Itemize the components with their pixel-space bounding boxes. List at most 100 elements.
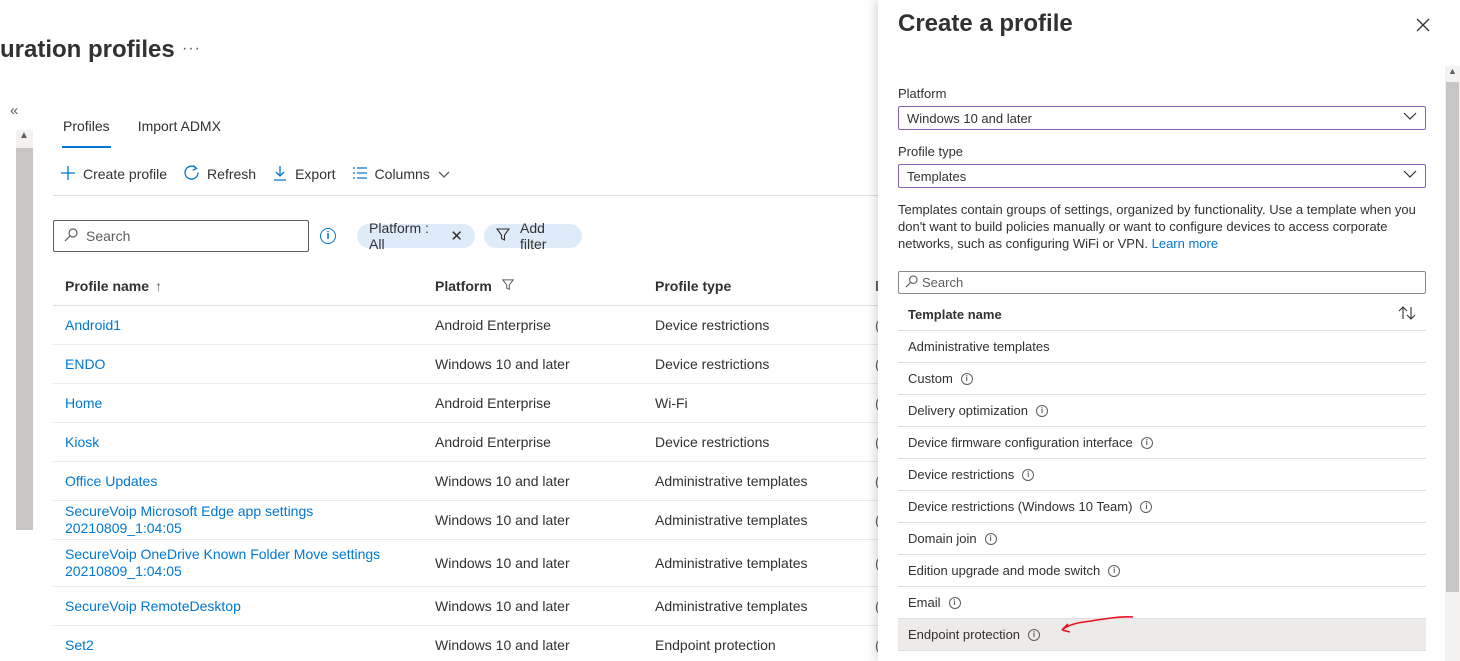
profile-name-link[interactable]: Android1 xyxy=(53,317,423,334)
learn-more-link[interactable]: Learn more xyxy=(1152,236,1218,251)
template-row[interactable]: Edition upgrade and mode switch i xyxy=(898,555,1426,587)
profile-type-dropdown[interactable]: Templates xyxy=(898,164,1426,188)
profile-name-link[interactable]: Kiosk xyxy=(53,434,423,451)
columns-label: Columns xyxy=(374,166,430,182)
chevron-down-icon xyxy=(1403,167,1417,184)
scroll-up-arrow-icon[interactable]: ▲ xyxy=(1448,66,1457,76)
info-icon[interactable]: i xyxy=(1028,628,1041,641)
profile-name-link[interactable]: ENDO xyxy=(53,356,423,373)
info-icon[interactable]: i xyxy=(1108,564,1121,577)
table-row[interactable]: Kiosk Android Enterprise Device restrictio… xyxy=(53,423,878,462)
template-name: Custom xyxy=(908,371,953,386)
profile-name-link[interactable]: Office Updates xyxy=(53,473,423,490)
tab-profiles[interactable]: Profiles xyxy=(56,112,117,148)
template-list-header[interactable]: Template name xyxy=(898,298,1426,331)
table-row[interactable]: SecureVoip OneDrive Known Folder Move se… xyxy=(53,540,878,587)
info-icon[interactable]: i xyxy=(1140,436,1153,449)
profile-name-link[interactable]: SecureVoip RemoteDesktop xyxy=(53,598,423,615)
template-row[interactable]: Custom i xyxy=(898,363,1426,395)
info-icon[interactable]: i xyxy=(948,596,961,609)
truncated-cell: ( xyxy=(863,512,878,528)
template-row[interactable]: Device restrictions (Windows 10 Team) i xyxy=(898,491,1426,523)
table-row[interactable]: Set2 Windows 10 and later Endpoint protect… xyxy=(53,626,878,661)
tab-import-admx[interactable]: Import ADMX xyxy=(131,112,228,148)
export-button[interactable]: Export xyxy=(272,165,336,184)
profiles-grid: Profile name ↑ Platform Profile type l An… xyxy=(53,267,878,661)
table-row[interactable]: ENDO Windows 10 and later Device restricti… xyxy=(53,345,878,384)
profile-type-cell: Device restrictions xyxy=(655,317,770,333)
profile-name-link[interactable]: SecureVoip OneDrive Known Folder Move se… xyxy=(53,546,423,580)
page-scrollbar[interactable]: ▲ xyxy=(16,130,33,530)
close-icon[interactable]: ✕ xyxy=(450,227,463,245)
chevron-down-icon xyxy=(438,166,450,182)
table-row[interactable]: Home Android Enterprise Wi-Fi ( xyxy=(53,384,878,423)
profile-name-link[interactable]: Home xyxy=(53,395,423,412)
table-row[interactable]: SecureVoip RemoteDesktop Windows 10 and l… xyxy=(53,587,878,626)
tab-bar: Profiles Import ADMX xyxy=(56,112,242,148)
export-label: Export xyxy=(295,166,336,182)
add-filter-button[interactable]: Add filter xyxy=(484,220,582,252)
sort-icon[interactable] xyxy=(1398,305,1416,323)
info-icon[interactable]: i xyxy=(320,228,336,244)
truncated-cell: ( xyxy=(863,317,878,333)
column-header-label: Profile name xyxy=(65,278,150,294)
info-icon[interactable]: i xyxy=(984,532,997,545)
search-icon xyxy=(64,227,78,245)
profile-type-cell: Device restrictions xyxy=(655,434,770,450)
info-icon[interactable]: i xyxy=(1140,500,1153,513)
toolbar-divider xyxy=(53,195,878,196)
close-icon[interactable] xyxy=(1416,12,1430,38)
template-name: Endpoint protection xyxy=(908,627,1021,642)
info-icon[interactable]: i xyxy=(960,372,973,385)
template-search-placeholder: Search xyxy=(922,275,964,290)
column-header-profile-type[interactable]: Profile type xyxy=(643,278,863,294)
platform-cell: Windows 10 and later xyxy=(435,512,570,528)
profile-type-cell: Administrative templates xyxy=(655,598,808,614)
create-profile-panel: Create a profile Platform Windows 10 and… xyxy=(878,0,1460,661)
column-header-platform[interactable]: Platform xyxy=(423,278,643,294)
profile-search-input[interactable]: Search xyxy=(53,220,309,252)
template-name: Domain join xyxy=(908,531,977,546)
platform-cell: Windows 10 and later xyxy=(435,637,570,653)
platform-filter-pill[interactable]: Platform : All ✕ xyxy=(357,220,475,252)
template-row[interactable]: Device firmware configuration interface i xyxy=(898,427,1426,459)
template-row[interactable]: Device restrictions i xyxy=(898,459,1426,491)
refresh-button[interactable]: Refresh xyxy=(183,164,256,184)
refresh-label: Refresh xyxy=(207,166,257,182)
profile-type-label: Profile type xyxy=(898,144,964,159)
collapse-nav-button[interactable]: « xyxy=(10,102,18,119)
template-search-input[interactable]: Search xyxy=(898,271,1426,294)
red-arrow-annotation xyxy=(1061,616,1134,633)
scroll-up-arrow-icon[interactable]: ▲ xyxy=(19,130,29,141)
panel-scrollbar[interactable]: ▲ xyxy=(1445,66,1460,661)
download-icon xyxy=(272,165,288,184)
platform-cell: Windows 10 and later xyxy=(435,598,570,614)
profile-type-value: Templates xyxy=(907,168,967,184)
profile-name-link[interactable]: SecureVoip Microsoft Edge app settings 2… xyxy=(53,503,423,537)
template-row[interactable]: Endpoint protection i xyxy=(898,619,1426,651)
template-name: Device restrictions (Windows 10 Team) xyxy=(908,499,1133,514)
command-bar: Create profile Refresh Export Columns xyxy=(60,160,466,188)
scrollbar-thumb[interactable] xyxy=(1446,82,1459,592)
truncated-cell: ( xyxy=(863,473,878,489)
platform-cell: Android Enterprise xyxy=(435,395,551,411)
columns-button[interactable]: Columns xyxy=(352,166,450,183)
scrollbar-thumb[interactable] xyxy=(16,148,33,530)
info-icon[interactable]: i xyxy=(1022,468,1035,481)
profile-name-link[interactable]: Set2 xyxy=(53,637,423,654)
template-row[interactable]: Email i xyxy=(898,587,1426,619)
table-row[interactable]: Office Updates Windows 10 and later Admini… xyxy=(53,462,878,501)
truncated-cell: ( xyxy=(863,555,878,571)
profile-type-cell: Administrative templates xyxy=(655,555,808,571)
template-row[interactable]: Administrative templates xyxy=(898,331,1426,363)
platform-dropdown[interactable]: Windows 10 and later xyxy=(898,106,1426,130)
template-row[interactable]: Delivery optimization i xyxy=(898,395,1426,427)
create-profile-button[interactable]: Create profile xyxy=(60,165,167,184)
platform-filter-label: Platform : All xyxy=(369,220,429,252)
table-row[interactable]: Android1 Android Enterprise Device restric… xyxy=(53,306,878,345)
table-row[interactable]: SecureVoip Microsoft Edge app settings 2… xyxy=(53,501,878,540)
template-row[interactable]: Domain join i xyxy=(898,523,1426,555)
info-icon[interactable]: i xyxy=(1035,404,1048,417)
more-options-button[interactable]: ··· xyxy=(182,40,201,58)
column-header-profile-name[interactable]: Profile name ↑ xyxy=(53,278,423,294)
